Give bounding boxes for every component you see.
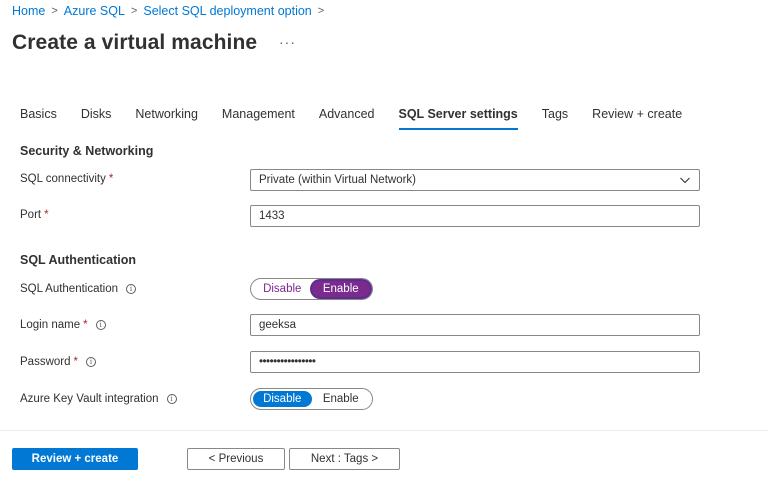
tab-networking[interactable]: Networking bbox=[135, 104, 198, 130]
keyvault-disable-option[interactable]: Disable bbox=[253, 391, 312, 407]
port-input[interactable]: 1433 bbox=[250, 205, 700, 227]
login-name-value: geeksa bbox=[259, 319, 297, 331]
required-marker: * bbox=[73, 356, 78, 368]
keyvault-enable-option[interactable]: Enable bbox=[312, 391, 371, 407]
sql-authentication-heading: SQL Authentication bbox=[20, 253, 136, 267]
tab-tags[interactable]: Tags bbox=[542, 104, 568, 130]
chevron-right-icon: > bbox=[51, 5, 58, 17]
security-networking-heading: Security & Networking bbox=[20, 144, 154, 158]
password-value: •••••••••••••••• bbox=[259, 356, 316, 368]
sql-auth-disable-option[interactable]: Disable bbox=[253, 281, 312, 297]
sql-auth-label-text: SQL Authentication bbox=[20, 283, 119, 295]
breadcrumb: Home > Azure SQL > Select SQL deployment… bbox=[12, 3, 330, 19]
previous-button[interactable]: < Previous bbox=[187, 448, 285, 470]
password-label: Password * i bbox=[20, 356, 96, 368]
login-name-label: Login name * i bbox=[20, 319, 106, 331]
tab-review-create[interactable]: Review + create bbox=[592, 104, 682, 130]
sql-auth-toggle[interactable]: Disable Enable bbox=[250, 278, 373, 300]
port-label-text: Port bbox=[20, 209, 42, 221]
more-options-icon[interactable]: ··· bbox=[279, 34, 296, 50]
review-create-button[interactable]: Review + create bbox=[12, 448, 138, 470]
password-label-text: Password bbox=[20, 356, 71, 368]
breadcrumb-select-deployment[interactable]: Select SQL deployment option bbox=[143, 4, 311, 18]
sql-connectivity-select[interactable]: Private (within Virtual Network) bbox=[250, 169, 700, 191]
chevron-right-icon: > bbox=[317, 5, 325, 17]
page-title: Create a virtual machine bbox=[12, 31, 258, 54]
port-label: Port * bbox=[20, 209, 49, 221]
info-icon[interactable]: i bbox=[95, 320, 106, 330]
breadcrumb-home[interactable]: Home bbox=[12, 4, 45, 18]
required-marker: * bbox=[83, 319, 88, 331]
login-name-input[interactable]: geeksa bbox=[250, 314, 700, 336]
keyvault-label-text: Azure Key Vault integration bbox=[20, 393, 159, 405]
port-value: 1433 bbox=[259, 210, 285, 222]
password-input[interactable]: •••••••••••••••• bbox=[250, 351, 700, 373]
sql-connectivity-label: SQL connectivity * bbox=[20, 173, 113, 185]
info-icon[interactable]: i bbox=[85, 357, 96, 367]
required-marker: * bbox=[44, 209, 49, 221]
tab-basics[interactable]: Basics bbox=[20, 104, 57, 130]
sql-auth-enable-option[interactable]: Enable bbox=[311, 281, 370, 297]
breadcrumb-azure-sql[interactable]: Azure SQL bbox=[64, 4, 125, 18]
next-tags-button[interactable]: Next : Tags > bbox=[289, 448, 400, 470]
required-marker: * bbox=[108, 173, 114, 185]
footer-divider bbox=[0, 430, 768, 431]
sql-auth-label: SQL Authentication i bbox=[20, 283, 137, 295]
keyvault-label: Azure Key Vault integration i bbox=[20, 393, 177, 405]
tab-disks[interactable]: Disks bbox=[81, 104, 112, 130]
info-icon[interactable]: i bbox=[166, 394, 177, 404]
keyvault-toggle[interactable]: Disable Enable bbox=[250, 388, 373, 410]
login-name-label-text: Login name bbox=[20, 319, 81, 331]
chevron-right-icon: > bbox=[130, 5, 138, 17]
info-icon[interactable]: i bbox=[126, 284, 137, 294]
tab-bar: Basics Disks Networking Management Advan… bbox=[20, 104, 706, 130]
tab-sql-server-settings[interactable]: SQL Server settings bbox=[398, 104, 519, 130]
tab-management[interactable]: Management bbox=[222, 104, 295, 130]
tab-advanced[interactable]: Advanced bbox=[319, 104, 375, 130]
sql-connectivity-value: Private (within Virtual Network) bbox=[259, 174, 417, 186]
chevron-down-icon bbox=[680, 177, 690, 184]
sql-connectivity-label-text: SQL connectivity bbox=[20, 173, 106, 185]
